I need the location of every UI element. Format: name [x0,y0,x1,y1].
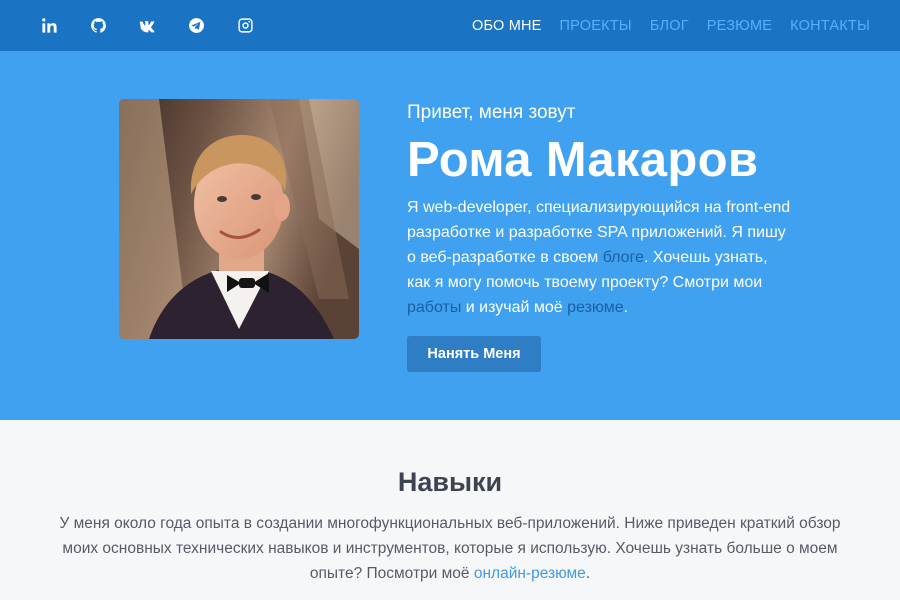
skills-description: У меня около года опыта в создании много… [50,511,850,586]
telegram-icon[interactable] [187,17,205,35]
top-navbar: ОБО МНЕ ПРОЕКТЫ БЛОГ РЕЗЮМЕ КОНТАКТЫ [0,0,900,51]
skills-text-end: . [585,565,591,582]
nav-contacts[interactable]: КОНТАКТЫ [790,18,870,34]
profile-photo [119,99,359,339]
bio-text: и изучай моё [461,299,568,316]
bio: Я web-developer, специализирующийся на f… [407,195,792,320]
hero-text: Привет, меня зовут Рома Макаров Я web-de… [407,101,807,320]
hero-section: Привет, меня зовут Рома Макаров Я web-de… [0,51,900,420]
main-nav: ОБО МНЕ ПРОЕКТЫ БЛОГ РЕЗЮМЕ КОНТАКТЫ [472,18,870,34]
nav-blog[interactable]: БЛОГ [650,18,689,34]
instagram-icon[interactable] [236,17,254,35]
skills-title: Навыки [397,467,503,497]
nav-projects[interactable]: ПРОЕКТЫ [560,18,632,34]
github-icon[interactable] [89,17,107,35]
online-resume-link[interactable]: онлайн-резюме [474,565,586,582]
greeting: Привет, меня зовут [407,102,576,123]
resume-link[interactable]: резюме [567,299,624,316]
nav-about[interactable]: ОБО МНЕ [472,18,542,34]
blog-link[interactable]: блоге [603,249,644,266]
page-title: Рома Макаров [407,133,759,187]
linkedin-icon[interactable] [40,17,58,35]
social-links [40,17,254,35]
skills-section: Навыки У меня около года опыта в создани… [0,420,900,586]
bio-text: . [623,299,629,316]
nav-resume[interactable]: РЕЗЮМЕ [707,18,772,34]
skills-text: У меня около года опыта в создании много… [59,515,841,582]
vk-icon[interactable] [138,17,156,35]
hire-me-button[interactable]: Нанять Меня [407,336,541,372]
works-link[interactable]: работы [407,299,461,316]
